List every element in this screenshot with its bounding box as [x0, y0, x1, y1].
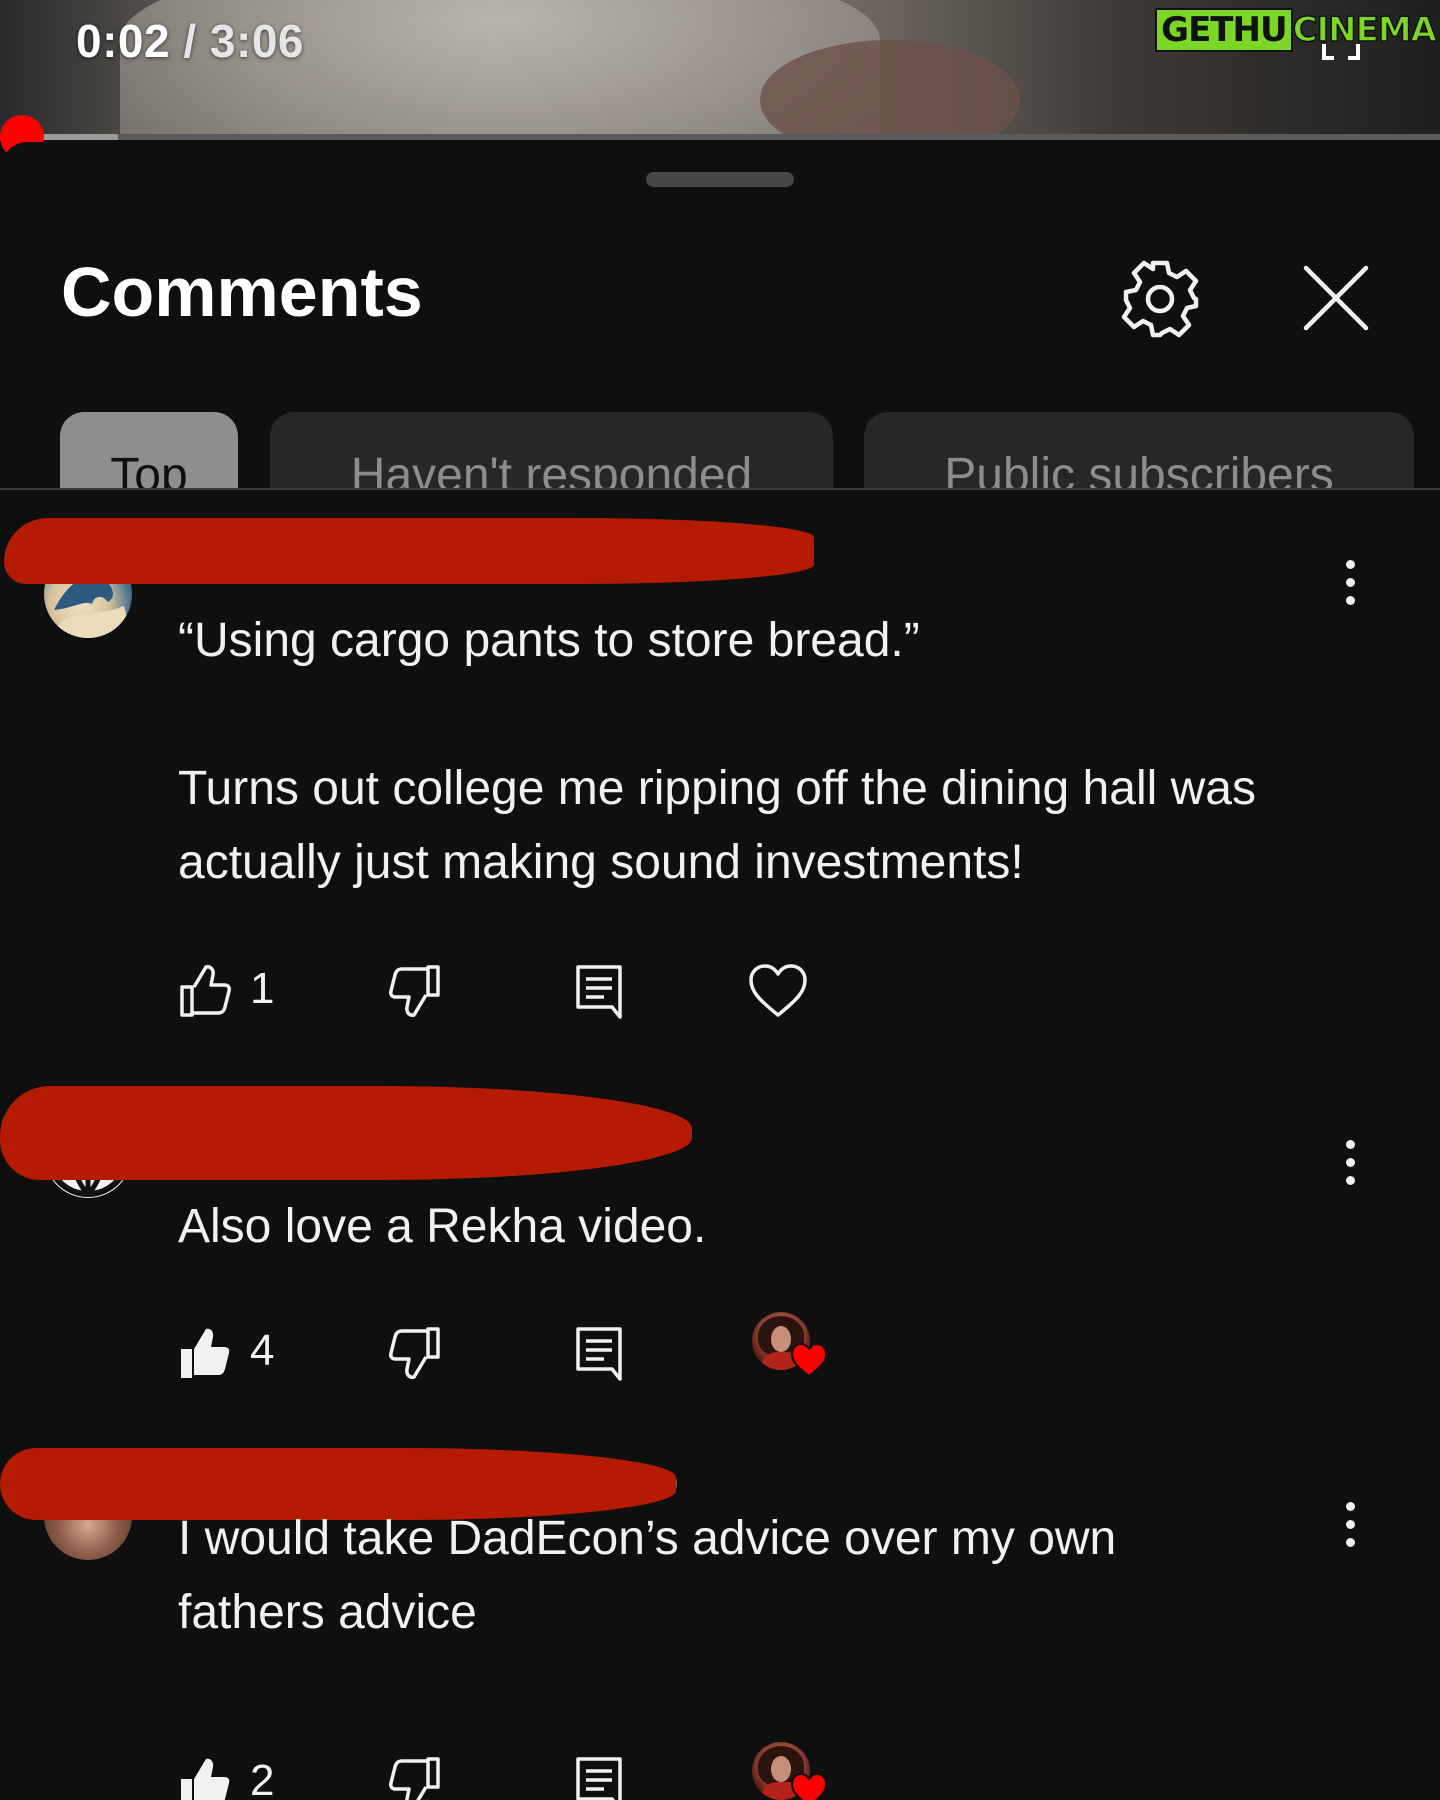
thumbs-up-icon[interactable] [178, 1318, 234, 1388]
current-time: 0:02 [76, 15, 171, 67]
app-screen: 0:02 / 3:06 GETHU CINEMA Comments Top Ha… [0, 0, 1440, 1800]
reply-icon[interactable] [574, 956, 626, 1026]
progress-bar[interactable] [0, 115, 1440, 159]
thumbs-up-icon[interactable] [178, 1748, 234, 1800]
heart-icon [790, 1772, 828, 1800]
more-vertical-icon[interactable] [1330, 1140, 1370, 1200]
thumbs-down-icon[interactable] [386, 956, 442, 1026]
comment-text: Also love a Rekha video. [178, 1200, 707, 1253]
close-icon[interactable] [1296, 258, 1376, 338]
time-separator: / [183, 15, 197, 67]
chip-public-subscribers[interactable]: Public subscribers [864, 412, 1414, 488]
creator-heart-badge [752, 1742, 832, 1800]
comment-actions: 1 [178, 956, 1078, 1026]
creator-heart-badge [752, 1312, 832, 1382]
heart-icon[interactable] [748, 956, 808, 1026]
comment-actions: 2 [178, 1742, 1078, 1800]
watermark-right: CINEMA [1292, 9, 1438, 51]
drag-handle[interactable] [646, 172, 794, 187]
more-vertical-icon[interactable] [1330, 1502, 1370, 1562]
more-vertical-icon[interactable] [1330, 560, 1370, 620]
redaction-mark [4, 518, 814, 584]
chip-havent-responded-label: Haven't responded [350, 449, 753, 488]
thumbs-down-icon[interactable] [386, 1748, 442, 1800]
heart-icon [790, 1342, 828, 1378]
channel-watermark: GETHU CINEMA [1155, 8, 1438, 52]
like-count: 1 [250, 964, 275, 1013]
chip-public-subscribers-label: Public subscribers [944, 449, 1334, 488]
chips-divider [0, 488, 1440, 490]
comment-actions: 4 [178, 1312, 1078, 1388]
chip-top-label: Top [110, 449, 188, 488]
thumbs-up-icon[interactable] [178, 956, 234, 1026]
like-count: 2 [250, 1756, 275, 1800]
video-duration: 3:06 [209, 15, 304, 67]
chip-top[interactable]: Top [60, 412, 238, 488]
chip-havent-responded[interactable]: Haven't responded [270, 412, 833, 488]
watermark-left: GETHU [1155, 8, 1293, 52]
comment-text: “Using cargo pants to store bread.” Turn… [178, 614, 1256, 889]
reply-icon[interactable] [574, 1748, 626, 1800]
redaction-mark [0, 1086, 692, 1180]
sheet-title: Comments [61, 253, 423, 331]
thumbs-down-icon[interactable] [386, 1318, 442, 1388]
comment-text: I would take DadEcon’s advice over my ow… [178, 1512, 1130, 1639]
playback-time: 0:02 / 3:06 [76, 14, 304, 68]
filter-chips: Top Haven't responded Public subscribers [0, 412, 1440, 488]
like-count: 4 [250, 1326, 275, 1375]
gear-icon[interactable] [1118, 257, 1202, 341]
reply-icon[interactable] [574, 1318, 626, 1388]
video-player[interactable]: 0:02 / 3:06 GETHU CINEMA [0, 0, 1440, 140]
